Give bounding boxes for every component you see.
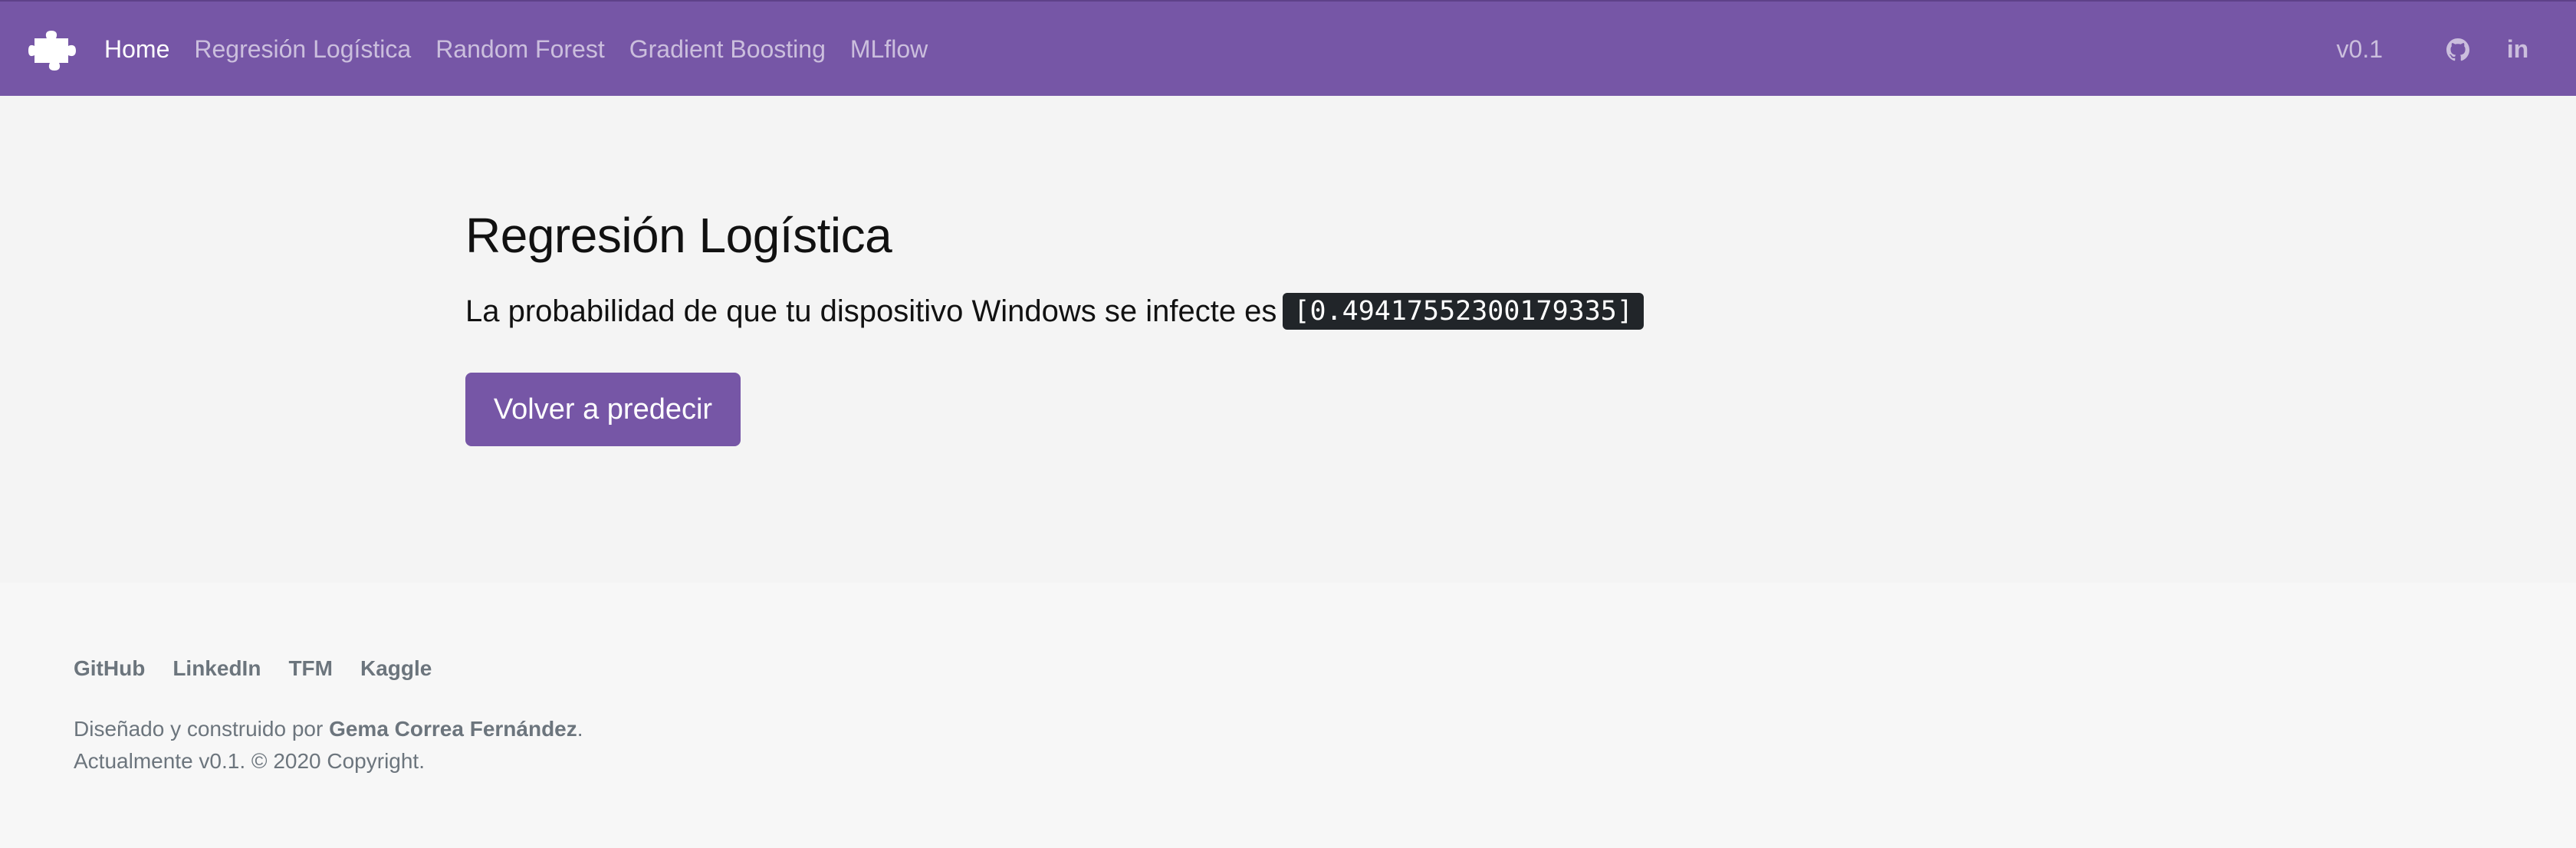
- footer: GitHub LinkedIn TFM Kaggle Diseñado y co…: [0, 583, 2576, 848]
- nav-link-gradient-boosting[interactable]: Gradient Boosting: [629, 35, 826, 64]
- footer-credits: Diseñado y construido por Gema Correa Fe…: [74, 713, 583, 745]
- footer-link-kaggle[interactable]: Kaggle: [360, 656, 432, 681]
- nav-link-regresion-logistica[interactable]: Regresión Logística: [194, 35, 411, 64]
- footer-author: Gema Correa Fernández: [329, 717, 577, 741]
- page-title: Regresión Logística: [465, 208, 892, 263]
- puzzle-piece-icon[interactable]: [23, 28, 81, 72]
- result-value: [0.49417552300179335]: [1283, 293, 1644, 330]
- nav-link-random-forest[interactable]: Random Forest: [435, 35, 605, 64]
- predict-again-button[interactable]: Volver a predecir: [465, 373, 741, 446]
- footer-designed-prefix: Diseñado y construido por: [74, 717, 324, 741]
- nav-right: v0.1 in: [2337, 2, 2533, 97]
- footer-links: GitHub LinkedIn TFM Kaggle: [74, 656, 459, 681]
- github-icon[interactable]: [2443, 35, 2473, 65]
- linkedin-icon[interactable]: in: [2502, 35, 2533, 65]
- footer-link-github[interactable]: GitHub: [74, 656, 145, 681]
- footer-designed-suffix: .: [577, 717, 583, 741]
- result-text: La probabilidad de que tu dispositivo Wi…: [465, 294, 1277, 328]
- footer-link-linkedin[interactable]: LinkedIn: [172, 656, 261, 681]
- footer-link-tfm[interactable]: TFM: [288, 656, 333, 681]
- result-line: La probabilidad de que tu dispositivo Wi…: [465, 293, 1644, 330]
- nav-links: Home Regresión Logística Random Forest G…: [104, 2, 952, 97]
- nav-link-mlflow[interactable]: MLflow: [850, 35, 928, 64]
- footer-copyright: Actualmente v0.1. © 2020 Copyright.: [74, 749, 425, 773]
- navbar: Home Regresión Logística Random Forest G…: [0, 0, 2576, 96]
- linkedin-icon-text: in: [2506, 35, 2529, 63]
- footer-text: Diseñado y construido por Gema Correa Fe…: [74, 713, 583, 777]
- main-content: Regresión Logística La probabilidad de q…: [0, 96, 2576, 583]
- version-label: v0.1: [2336, 35, 2383, 63]
- nav-link-home[interactable]: Home: [104, 35, 169, 64]
